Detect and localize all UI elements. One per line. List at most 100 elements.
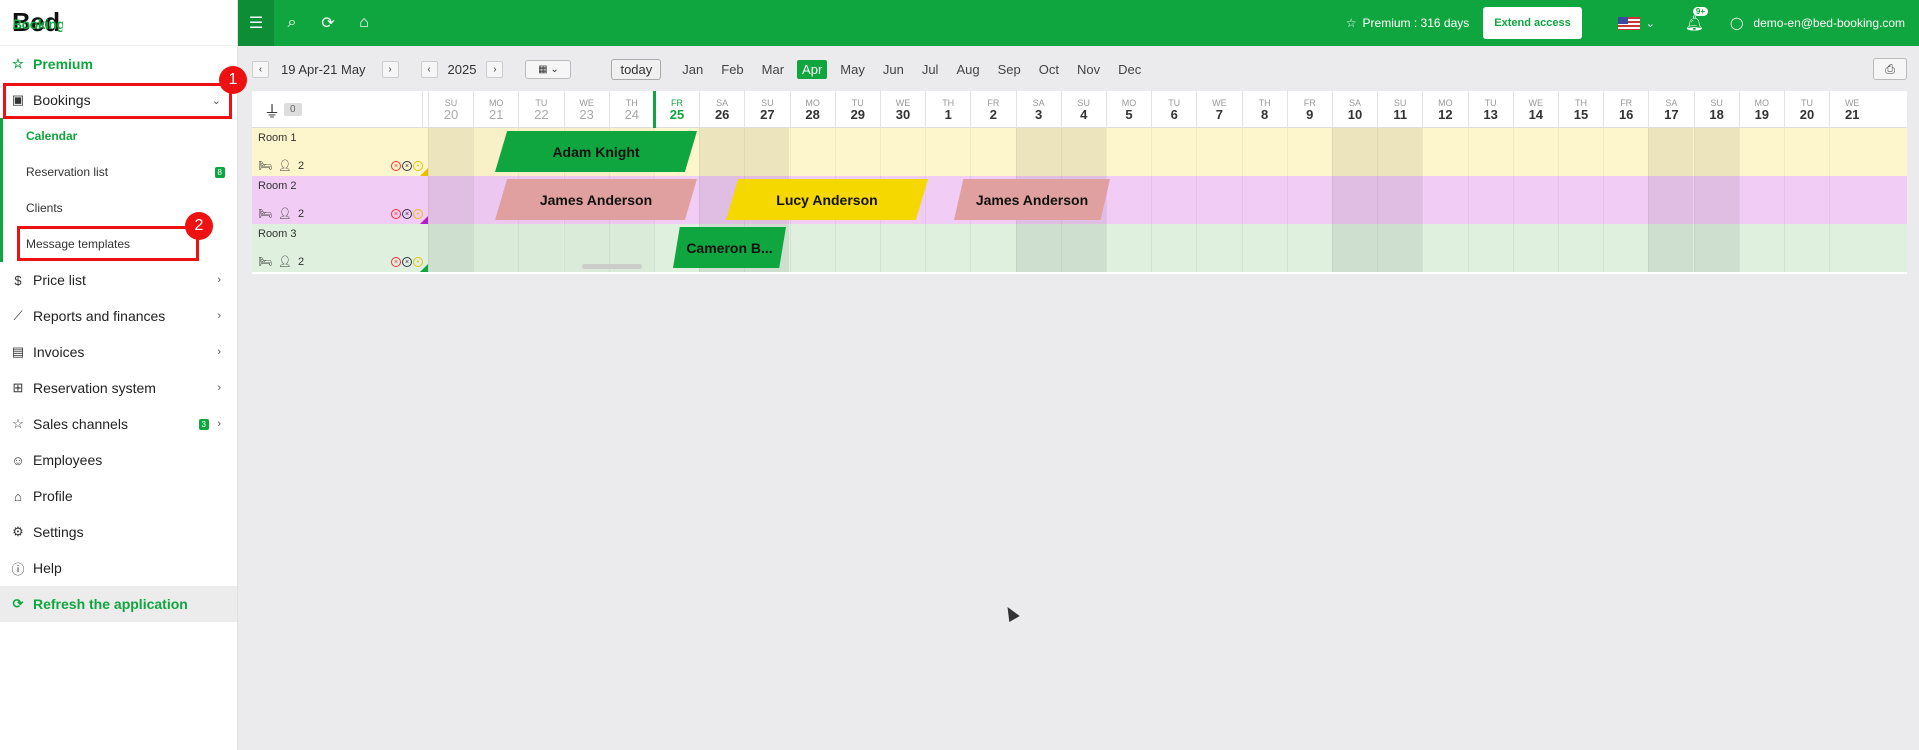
calendar-cell[interactable] xyxy=(1286,176,1332,224)
calendar-cell[interactable] xyxy=(1106,128,1151,176)
room-label[interactable]: Room 3 🛏︎ 👤︎ 2 × × • xyxy=(252,224,428,272)
sidebar-item-reports[interactable]: ⟋ Reports and finances › xyxy=(0,298,237,334)
day-header[interactable]: WE 21 xyxy=(1829,91,1874,128)
calendar-cell[interactable] xyxy=(1738,224,1784,272)
calendar-cell[interactable] xyxy=(428,224,473,272)
sidebar-item-settings[interactable]: ⚙ Settings xyxy=(0,514,237,550)
month-dec[interactable]: Dec xyxy=(1113,60,1146,79)
calendar-cell[interactable] xyxy=(1377,224,1423,272)
calendar-cell[interactable] xyxy=(1784,224,1829,272)
home-icon[interactable]: ⌂ xyxy=(346,0,382,46)
sidebar-item-employees[interactable]: ☺ Employees xyxy=(0,442,237,478)
sidebar-item-reservation-system[interactable]: ⊞ Reservation system › xyxy=(0,370,237,406)
extend-access-button[interactable]: Extend access xyxy=(1483,7,1582,39)
notification-bell-icon[interactable]: 🔔︎ 9+ xyxy=(1685,7,1709,32)
day-header[interactable]: FR 2 xyxy=(970,91,1015,128)
calendar-cell[interactable] xyxy=(1693,224,1739,272)
calendar-cell[interactable] xyxy=(1377,176,1423,224)
day-header[interactable]: WE 7 xyxy=(1196,91,1241,128)
calendar-cell[interactable] xyxy=(1558,176,1603,224)
calendar-cell[interactable] xyxy=(1422,176,1467,224)
month-feb[interactable]: Feb xyxy=(716,60,748,79)
month-nov[interactable]: Nov xyxy=(1072,60,1105,79)
month-jul[interactable]: Jul xyxy=(917,60,944,79)
calendar-cell[interactable] xyxy=(1151,176,1196,224)
calendar-cell[interactable] xyxy=(744,128,790,176)
day-header[interactable]: FR 25 xyxy=(654,91,699,128)
month-apr[interactable]: Apr xyxy=(797,59,828,79)
sync-icon[interactable]: ⟳ xyxy=(310,0,346,46)
calendar-cell[interactable] xyxy=(1603,224,1648,272)
calendar-cell[interactable] xyxy=(1106,224,1151,272)
print-icon[interactable]: ⎙ xyxy=(1873,58,1907,80)
calendar-cell[interactable] xyxy=(1241,176,1287,224)
calendar-cell[interactable] xyxy=(1332,224,1377,272)
calendar-cell[interactable] xyxy=(880,128,925,176)
day-header[interactable]: TU 13 xyxy=(1467,91,1513,128)
sidebar-item-reservation-list[interactable]: Reservation list 8 xyxy=(3,154,237,190)
room-label[interactable]: Room 1 🛏︎ 👤︎ 2 × × • xyxy=(252,128,428,176)
sidebar-item-invoices[interactable]: ▤ Invoices › xyxy=(0,334,237,370)
month-may[interactable]: May xyxy=(835,60,870,79)
calendar-cell[interactable] xyxy=(1151,224,1196,272)
day-header[interactable]: MO 19 xyxy=(1738,91,1784,128)
calendar-cell[interactable] xyxy=(1512,224,1558,272)
calendar-cell[interactable] xyxy=(518,224,563,272)
calendar-cell[interactable] xyxy=(1377,128,1423,176)
calendar-cell[interactable] xyxy=(880,224,925,272)
day-header[interactable]: TU 20 xyxy=(1784,91,1829,128)
calendar-cell[interactable] xyxy=(1015,128,1061,176)
day-header[interactable]: TH 24 xyxy=(608,91,654,128)
calendar-cell[interactable] xyxy=(1196,224,1241,272)
refresh-app-button[interactable]: ⟳ Refresh the application xyxy=(0,586,237,622)
calendar-cell[interactable] xyxy=(473,224,518,272)
booking-block[interactable]: Lucy Anderson xyxy=(726,179,928,220)
sidebar-item-premium[interactable]: ☆ Premium xyxy=(0,46,237,82)
month-jan[interactable]: Jan xyxy=(677,60,708,79)
day-header[interactable]: MO 5 xyxy=(1106,91,1151,128)
calendar-cell[interactable] xyxy=(1648,224,1694,272)
calendar-cell[interactable] xyxy=(428,176,473,224)
day-header[interactable]: SU 18 xyxy=(1693,91,1739,128)
day-header[interactable]: SU 27 xyxy=(744,91,789,128)
day-header[interactable]: SA 10 xyxy=(1332,91,1377,128)
calendar-cell[interactable] xyxy=(1422,224,1467,272)
sidebar-item-help[interactable]: ⓘ Help xyxy=(0,550,237,586)
horizontal-scrollbar[interactable] xyxy=(582,264,642,269)
calendar-cell[interactable] xyxy=(1693,176,1739,224)
calendar-cell[interactable] xyxy=(1060,224,1106,272)
calendar-cell[interactable] xyxy=(1467,176,1513,224)
sidebar-item-profile[interactable]: ⌂ Profile xyxy=(0,478,237,514)
calendar-cell[interactable] xyxy=(1196,176,1241,224)
calendar-cell[interactable] xyxy=(1332,176,1377,224)
calendar-cell[interactable] xyxy=(1738,128,1784,176)
day-header[interactable]: WE 23 xyxy=(563,91,609,128)
day-header[interactable]: MO 12 xyxy=(1422,91,1467,128)
calendar-cell[interactable] xyxy=(1829,128,1874,176)
calendar-cell[interactable] xyxy=(1558,128,1603,176)
next-range-button[interactable]: › xyxy=(381,60,399,78)
booking-block[interactable]: Cameron B... xyxy=(673,227,786,268)
day-header[interactable]: TU 29 xyxy=(834,91,880,128)
booking-block[interactable]: James Anderson xyxy=(495,179,697,220)
calendar-cell[interactable] xyxy=(1829,224,1874,272)
calendar-cell[interactable] xyxy=(1467,224,1513,272)
day-header[interactable]: SA 17 xyxy=(1648,91,1693,128)
sidebar-item-bookings[interactable]: ▣ Bookings ⌄ xyxy=(0,82,237,118)
calendar-cell[interactable] xyxy=(1784,176,1829,224)
day-header[interactable]: SU 11 xyxy=(1377,91,1422,128)
calendar-cell[interactable] xyxy=(428,128,473,176)
calendar-cell[interactable] xyxy=(1196,128,1241,176)
calendar-cell[interactable] xyxy=(1467,128,1513,176)
user-menu[interactable]: ◯ demo-en@bed-booking.com xyxy=(1730,16,1905,30)
sidebar-item-calendar[interactable]: Calendar xyxy=(3,118,237,154)
calendar-cell[interactable] xyxy=(1286,128,1332,176)
calendar-cell[interactable] xyxy=(1241,128,1287,176)
search-icon[interactable]: ⌕ xyxy=(274,0,310,46)
sidebar-item-sales-channels[interactable]: ☆ Sales channels 3 › xyxy=(0,406,237,442)
calendar-cell[interactable] xyxy=(834,128,880,176)
calendar-cell[interactable] xyxy=(970,128,1015,176)
calendar-cell[interactable] xyxy=(1512,128,1558,176)
calendar-cell[interactable] xyxy=(699,128,745,176)
calendar-cell[interactable] xyxy=(1512,176,1558,224)
